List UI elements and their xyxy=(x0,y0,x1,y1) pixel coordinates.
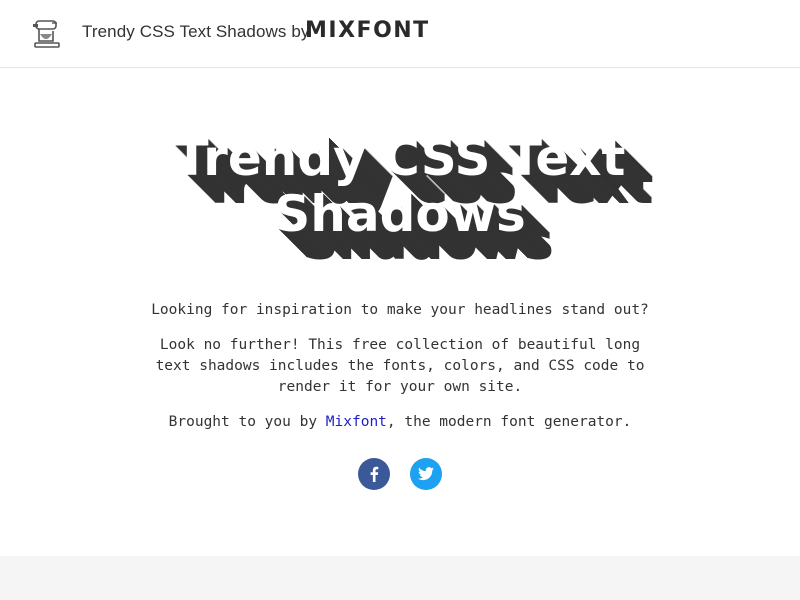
credit-prefix: Brought to you by xyxy=(168,414,326,430)
hero: Trendy CSS Text Shadows xyxy=(0,130,800,242)
intro-copy: Looking for inspiration to make your hea… xyxy=(0,300,800,447)
credit-suffix: , the modern font generator. xyxy=(386,414,632,430)
intro-line-1: Looking for inspiration to make your hea… xyxy=(151,302,649,318)
twitter-share-button[interactable] xyxy=(410,458,442,490)
site-header: Trendy CSS Text Shadows by MIXFONT xyxy=(0,0,800,68)
facebook-share-button[interactable] xyxy=(358,458,390,490)
twitter-icon xyxy=(418,467,434,481)
page-title: Trendy CSS Text Shadows xyxy=(174,129,626,243)
intro-line-3: Brought to you by Mixfont, the modern fo… xyxy=(140,412,660,433)
intro-line-2: Look no further! This free collection of… xyxy=(155,337,645,395)
mixer-icon[interactable] xyxy=(30,17,64,51)
footer xyxy=(0,556,800,600)
social-share xyxy=(0,458,800,490)
facebook-icon xyxy=(370,466,379,482)
mixfont-link[interactable]: Mixfont xyxy=(326,414,387,430)
mixfont-brand-link[interactable]: MIXFONT xyxy=(305,18,430,43)
site-title: Trendy CSS Text Shadows by xyxy=(82,22,310,41)
